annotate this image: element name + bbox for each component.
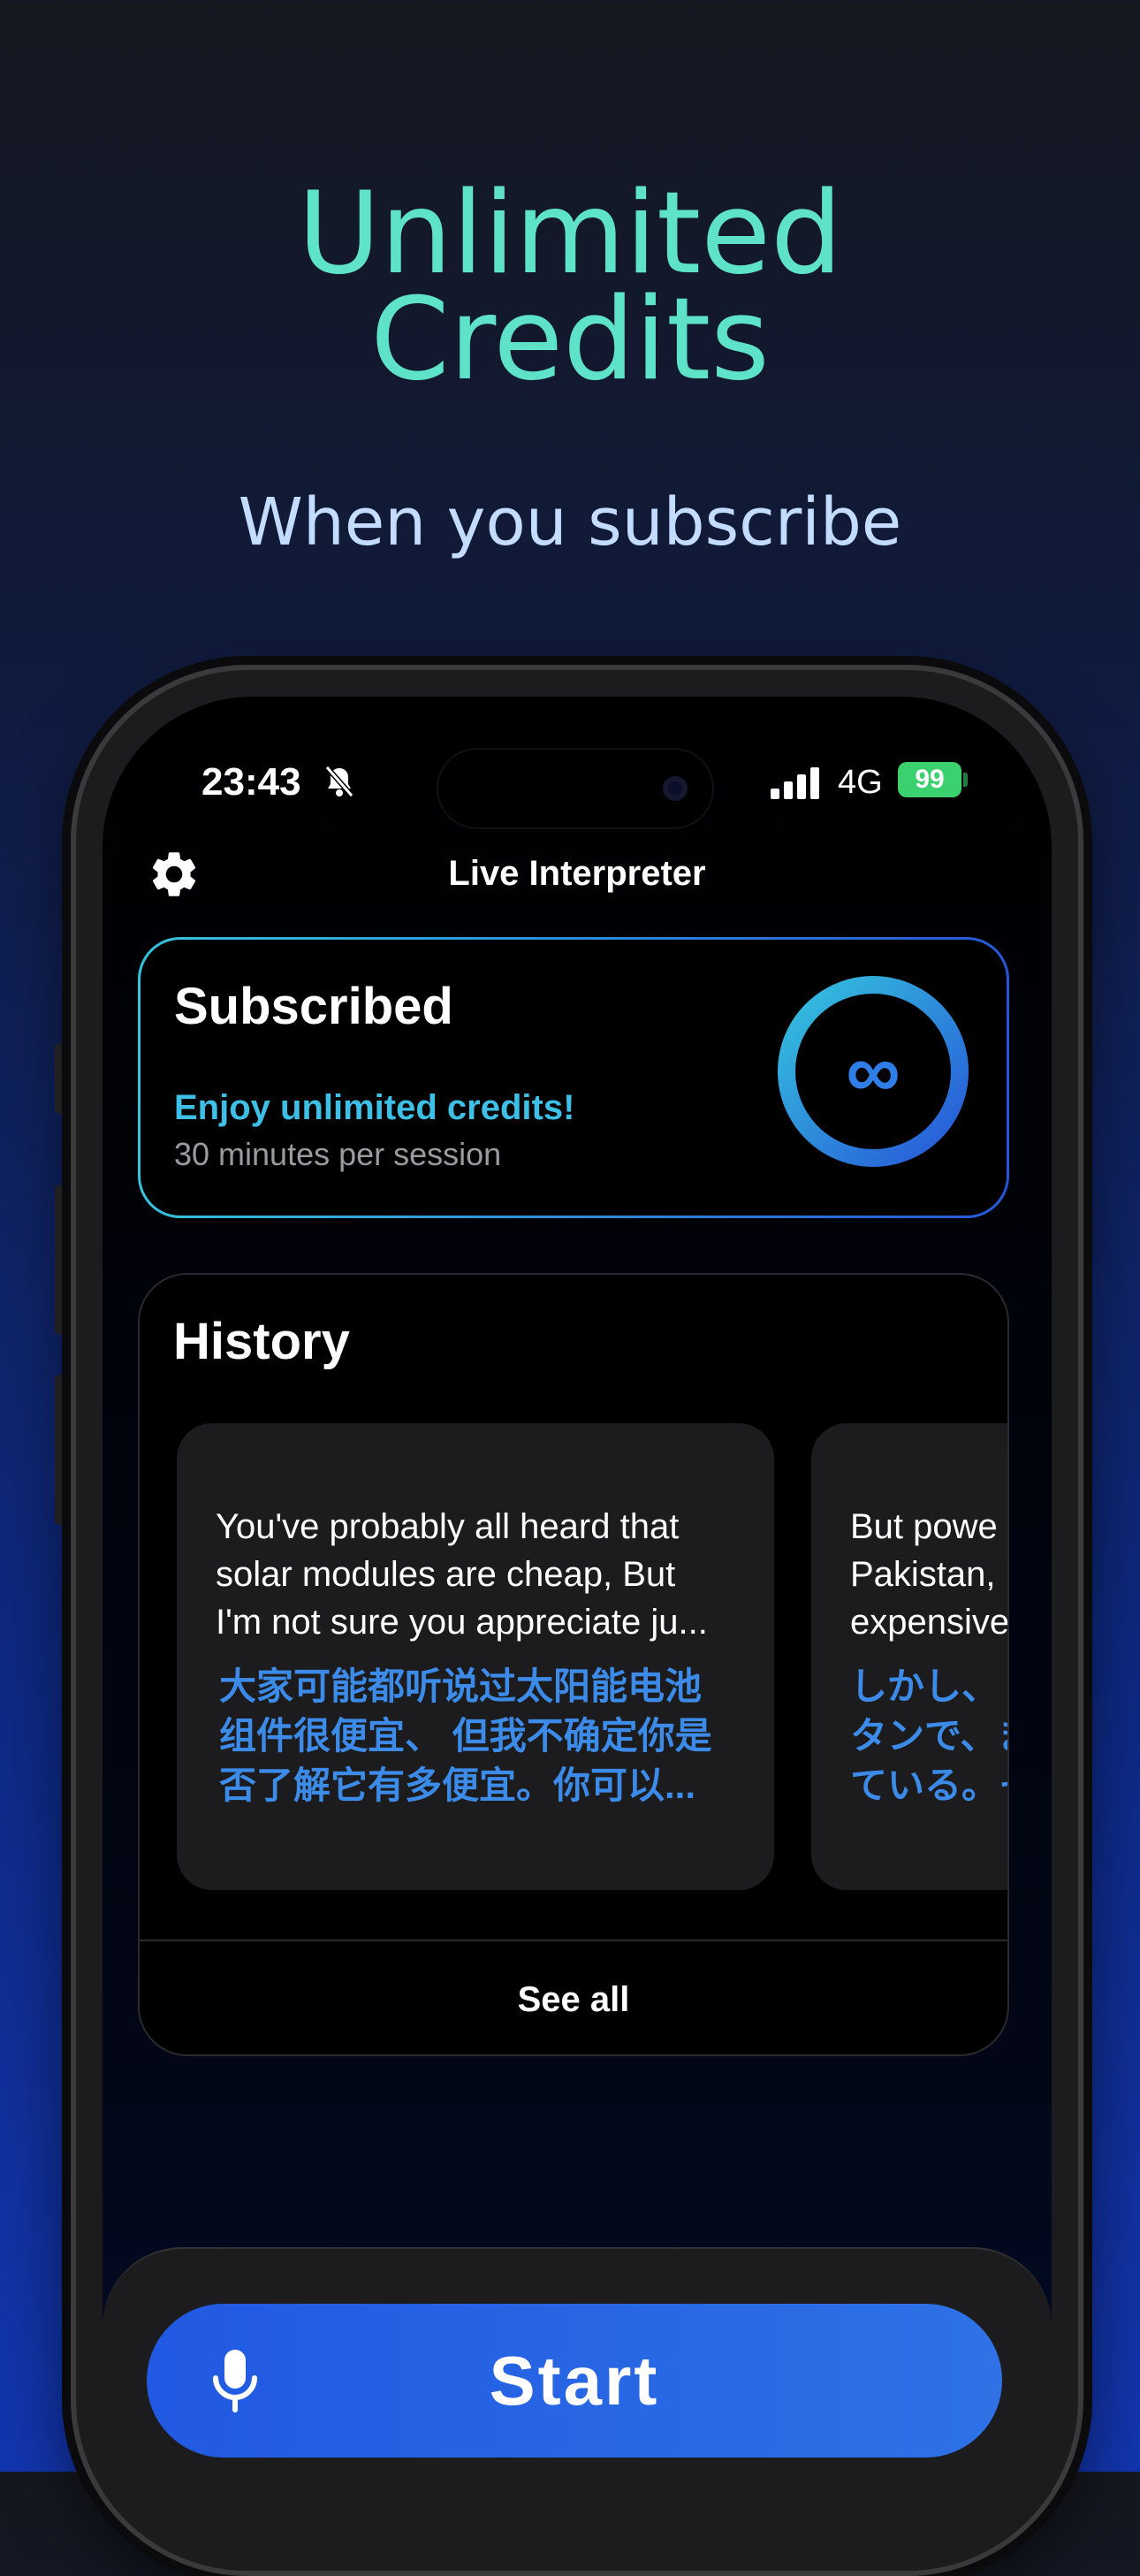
status-time: 23:43	[201, 760, 301, 804]
bell-slash-icon	[324, 766, 354, 797]
bottom-action-panel: Start	[103, 2247, 1052, 2571]
dynamic-island	[438, 750, 712, 827]
history-item[interactable]: But powe Pakistan, expensive しかし、 タンで、ま …	[811, 1423, 1009, 1890]
app-title: Live Interpreter	[448, 854, 706, 893]
phone-frame: 23:43 4G 99 Live Interpreter Subscribed …	[71, 665, 1083, 2576]
history-item[interactable]: You've probably all heard that solar mod…	[177, 1423, 774, 1890]
phone-volume-up-button	[55, 1185, 64, 1335]
start-button-label: Start	[489, 2342, 660, 2420]
promo-title-line1: Unlimited	[297, 168, 843, 300]
see-all-button[interactable]: See all	[140, 1943, 1007, 2054]
history-item-original: You've probably all heard that solar mod…	[216, 1507, 708, 1642]
front-camera	[663, 776, 688, 801]
history-divider	[140, 1940, 1007, 1941]
network-type: 4G	[838, 764, 883, 801]
battery-tip	[963, 773, 968, 787]
history-title: History	[173, 1313, 350, 1370]
phone-volume-down-button	[55, 1375, 64, 1525]
history-item-translation: しかし、 タンで、ま ている。そ	[850, 1665, 1007, 1806]
history-item-translation: 大家可能都听说过太阳能电池 组件很便宜、 但我不确定你是 否了解它有多便宜。你可…	[219, 1665, 712, 1806]
history-card: History You've probably all heard that s…	[138, 1273, 1009, 2056]
promo-subtitle: When you subscribe	[238, 484, 902, 560]
subscription-status: Subscribed	[174, 978, 453, 1035]
phone-screen: 23:43 4G 99 Live Interpreter Subscribed …	[103, 697, 1052, 2571]
phone-action-button	[55, 1043, 64, 1114]
signal-icon	[771, 767, 819, 799]
session-limit-info: 30 minutes per session	[174, 1136, 502, 1172]
start-button[interactable]: Start	[147, 2304, 1002, 2458]
subscription-tagline: Enjoy unlimited credits!	[174, 1088, 575, 1127]
promo-title-line2: Credits	[370, 274, 770, 406]
subscription-card[interactable]: Subscribed Enjoy unlimited credits! 30 m…	[138, 937, 1009, 1218]
battery-level: 99	[915, 765, 945, 794]
battery-indicator: 99	[898, 762, 961, 797]
infinity-icon: ∞	[846, 1029, 901, 1114]
history-item-original: But powe Pakistan, expensive	[850, 1507, 1009, 1642]
promo-title: Unlimited Credits	[0, 168, 1140, 406]
